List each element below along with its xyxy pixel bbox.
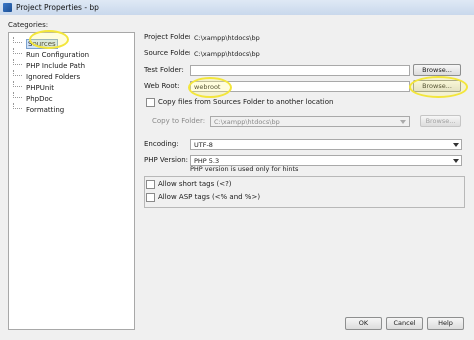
test-folder-label: Test Folder: <box>144 66 184 74</box>
tree-item-phpdoc[interactable]: PhpDoc <box>13 92 53 103</box>
copy-files-checkbox[interactable] <box>146 98 155 107</box>
tree-item-ignored-folders[interactable]: Ignored Folders <box>13 70 81 81</box>
encoding-value: UTF-8 <box>194 141 213 149</box>
tree-item-formatting[interactable]: Formatting <box>13 103 65 114</box>
copy-to-folder-field: C:\xampp\htdocs\bp <box>210 116 410 127</box>
encoding-label: Encoding: <box>144 140 179 148</box>
title-bar: Project Properties - bp <box>0 0 474 16</box>
cancel-button[interactable]: Cancel <box>386 317 423 330</box>
test-folder-browse-button[interactable]: Browse... <box>413 64 461 76</box>
tree-branch-icon <box>13 81 22 87</box>
chevron-down-icon <box>400 120 406 124</box>
help-button[interactable]: Help <box>427 317 464 330</box>
tree-item-label: PHPUnit <box>26 84 54 92</box>
tree-branch-icon <box>13 92 22 98</box>
php-version-label: PHP Version: <box>144 156 189 164</box>
copy-to-folder-label: Copy to Folder: <box>152 117 206 125</box>
chevron-down-icon <box>453 159 459 163</box>
web-root-input[interactable]: webroot <box>190 81 410 92</box>
source-folder-field: C:\xampp\htdocs\bp <box>190 48 462 59</box>
tree-item-label: Formatting <box>26 106 65 114</box>
netbeans-app-icon <box>3 3 12 12</box>
tree-item-label: Ignored Folders <box>26 73 81 81</box>
tree-branch-icon <box>13 59 22 65</box>
tree-item-sources[interactable]: Sources <box>13 37 58 49</box>
web-root-browse-button[interactable]: Browse... <box>413 80 461 92</box>
php-version-hint: PHP version is used only for hints <box>190 165 299 173</box>
asp-tags-checkbox[interactable] <box>146 193 155 202</box>
short-tags-checkbox[interactable] <box>146 180 155 189</box>
project-folder-field: C:\xampp\htdocs\bp <box>190 32 462 43</box>
tree-branch-icon <box>13 70 22 76</box>
tree-item-label: PhpDoc <box>26 95 53 103</box>
categories-label: Categories: <box>8 21 49 29</box>
tree-item-php-include-path[interactable]: PHP Include Path <box>13 59 86 70</box>
php-version-value: PHP 5.3 <box>194 157 220 165</box>
ok-button[interactable]: OK <box>345 317 382 330</box>
chevron-down-icon <box>453 143 459 147</box>
asp-tags-label: Allow ASP tags (<% and %>) <box>158 193 261 201</box>
project-folder-label: Project Folder: <box>144 33 195 41</box>
copy-files-label: Copy files from Sources Folder to anothe… <box>158 98 334 106</box>
tree-branch-icon <box>13 48 22 54</box>
copy-to-folder-value: C:\xampp\htdocs\bp <box>214 118 280 126</box>
copy-to-folder-browse-button: Browse... <box>420 115 461 127</box>
tree-item-label: PHP Include Path <box>26 62 86 70</box>
window-title: Project Properties - bp <box>16 3 99 12</box>
tree-branch-icon <box>13 37 22 43</box>
source-folder-label: Source Folder: <box>144 49 195 57</box>
tree-branch-icon <box>13 103 22 109</box>
categories-tree[interactable]: Sources Run Configuration PHP Include Pa… <box>8 32 135 330</box>
short-tags-label: Allow short tags (<?) <box>158 180 232 188</box>
tree-item-label: Run Configuration <box>26 51 90 59</box>
web-root-label: Web Root: <box>144 82 180 90</box>
tree-item-phpunit[interactable]: PHPUnit <box>13 81 54 92</box>
tree-item-run-configuration[interactable]: Run Configuration <box>13 48 90 59</box>
dialog-content: Categories: Sources Run Configuration PH… <box>0 15 474 340</box>
test-folder-input[interactable] <box>190 65 410 76</box>
encoding-select[interactable]: UTF-8 <box>190 139 462 150</box>
